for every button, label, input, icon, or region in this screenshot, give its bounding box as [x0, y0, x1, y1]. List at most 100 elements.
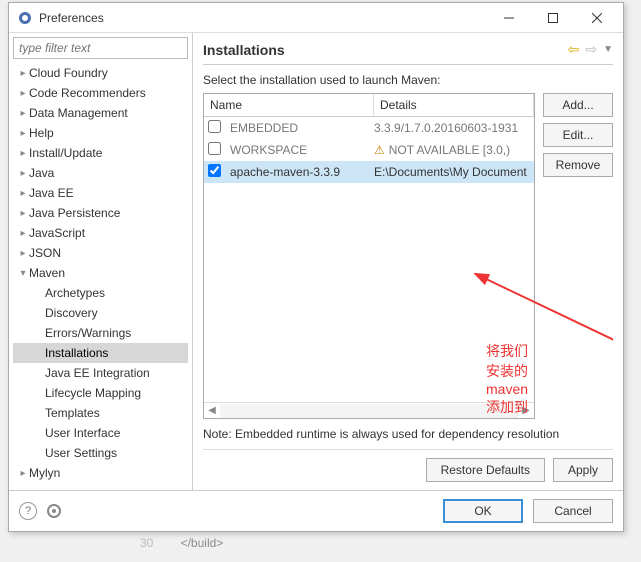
tree-item-templates[interactable]: Templates: [13, 403, 188, 423]
tree-label: Archetypes: [45, 286, 105, 300]
tree-item-javascript[interactable]: ▸JavaScript: [13, 223, 188, 243]
dialog-button-bar: OK Cancel: [443, 499, 613, 523]
back-icon[interactable]: ⇦: [568, 41, 580, 58]
warning-icon: ⚠: [374, 143, 385, 157]
table-row[interactable]: WORKSPACE⚠NOT AVAILABLE [3.0,): [204, 139, 534, 161]
side-buttons: Add... Edit... Remove: [543, 93, 613, 419]
help-icon[interactable]: ?: [19, 502, 37, 520]
tree-label: Installations: [45, 346, 108, 360]
tree-label: Cloud Foundry: [29, 66, 108, 80]
tree-item-java-ee[interactable]: ▸Java EE: [13, 183, 188, 203]
restore-defaults-button[interactable]: Restore Defaults: [426, 458, 545, 482]
twist-icon[interactable]: ▸: [17, 168, 29, 179]
table-row[interactable]: apache-maven-3.3.9E:\Documents\My Docume…: [204, 161, 534, 183]
tree-item-discovery[interactable]: Discovery: [13, 303, 188, 323]
twist-icon[interactable]: ▸: [17, 108, 29, 119]
tree-label: Mylyn: [29, 466, 60, 480]
row-details: 3.3.9/1.7.0.20160603-1931: [374, 121, 534, 135]
tree-item-code-recommenders[interactable]: ▸Code Recommenders: [13, 83, 188, 103]
tree-label: JavaScript: [29, 226, 85, 240]
remove-button[interactable]: Remove: [543, 153, 613, 177]
twist-icon[interactable]: ▾: [17, 268, 29, 279]
row-checkbox[interactable]: [208, 120, 221, 133]
twist-icon[interactable]: ▸: [17, 468, 29, 479]
scroll-left-icon[interactable]: ◀: [204, 405, 220, 416]
tree-label: Maven: [29, 266, 65, 280]
tree-label: Install/Update: [29, 146, 102, 160]
tree-item-errors-warnings[interactable]: Errors/Warnings: [13, 323, 188, 343]
twist-icon[interactable]: ▸: [17, 128, 29, 139]
twist-icon[interactable]: ▸: [17, 148, 29, 159]
twist-icon[interactable]: ▸: [17, 228, 29, 239]
tree-label: JSON: [29, 246, 61, 260]
content-header: Installations ⇦ ⇨ ▼: [203, 41, 613, 65]
note-text: Note: Embedded runtime is always used fo…: [203, 427, 613, 441]
tree-item-cloud-foundry[interactable]: ▸Cloud Foundry: [13, 63, 188, 83]
forward-icon[interactable]: ⇨: [585, 41, 597, 58]
row-checkbox[interactable]: [208, 142, 221, 155]
table-body: EMBEDDED3.3.9/1.7.0.20160603-1931WORKSPA…: [204, 117, 534, 402]
table-header: Name Details: [204, 94, 534, 117]
editor-snippet: 30 </build>: [140, 536, 223, 550]
horizontal-scrollbar[interactable]: ◀ ▶: [204, 402, 534, 418]
twist-icon[interactable]: ▸: [17, 248, 29, 259]
menu-dropdown-icon[interactable]: ▼: [603, 44, 613, 55]
scroll-track[interactable]: [220, 404, 518, 418]
dialog-footer: ? OK Cancel: [9, 490, 623, 531]
tree-item-install-update[interactable]: ▸Install/Update: [13, 143, 188, 163]
tree-label: Data Management: [29, 106, 128, 120]
tree-item-user-interface[interactable]: User Interface: [13, 423, 188, 443]
sidebar: ▸Cloud Foundry▸Code Recommenders▸Data Ma…: [9, 33, 193, 490]
minimize-button[interactable]: [487, 4, 531, 32]
tree-label: User Settings: [45, 446, 117, 460]
tree-item-lifecycle-mapping[interactable]: Lifecycle Mapping: [13, 383, 188, 403]
window-title: Preferences: [39, 11, 487, 25]
instruction-text: Select the installation used to launch M…: [203, 73, 613, 87]
tree-item-data-management[interactable]: ▸Data Management: [13, 103, 188, 123]
tree-item-user-settings[interactable]: User Settings: [13, 443, 188, 463]
edit-button[interactable]: Edit...: [543, 123, 613, 147]
tree-item-installations[interactable]: Installations: [13, 343, 188, 363]
preferences-dialog: Preferences ▸Cloud Foundry▸Code Recommen…: [8, 2, 624, 532]
cancel-button[interactable]: Cancel: [533, 499, 613, 523]
tree-item-mylyn[interactable]: ▸Mylyn: [13, 463, 188, 483]
apply-button[interactable]: Apply: [553, 458, 613, 482]
col-details[interactable]: Details: [374, 94, 534, 116]
preference-tree[interactable]: ▸Cloud Foundry▸Code Recommenders▸Data Ma…: [13, 63, 188, 486]
filter-input[interactable]: [13, 37, 188, 59]
twist-icon[interactable]: ▸: [17, 188, 29, 199]
tree-label: Java: [29, 166, 54, 180]
page-button-bar: Restore Defaults Apply: [203, 449, 613, 482]
tree-item-json[interactable]: ▸JSON: [13, 243, 188, 263]
app-icon: [17, 10, 33, 26]
scroll-right-icon[interactable]: ▶: [518, 405, 534, 416]
tree-item-java-ee-integration[interactable]: Java EE Integration: [13, 363, 188, 383]
page-title: Installations: [203, 42, 562, 58]
col-name[interactable]: Name: [204, 94, 374, 116]
add-button[interactable]: Add...: [543, 93, 613, 117]
table-row[interactable]: EMBEDDED3.3.9/1.7.0.20160603-1931: [204, 117, 534, 139]
tree-item-help[interactable]: ▸Help: [13, 123, 188, 143]
row-name: WORKSPACE: [224, 143, 374, 157]
code-text: </build>: [181, 536, 224, 550]
installations-table: Name Details EMBEDDED3.3.9/1.7.0.2016060…: [203, 93, 535, 419]
maximize-button[interactable]: [531, 4, 575, 32]
content-pane: Installations ⇦ ⇨ ▼ Select the installat…: [193, 33, 623, 490]
tree-label: Templates: [45, 406, 100, 420]
tree-item-maven[interactable]: ▾Maven: [13, 263, 188, 283]
tree-item-archetypes[interactable]: Archetypes: [13, 283, 188, 303]
twist-icon[interactable]: ▸: [17, 88, 29, 99]
tree-label: Discovery: [45, 306, 98, 320]
twist-icon[interactable]: ▸: [17, 68, 29, 79]
tree-item-java[interactable]: ▸Java: [13, 163, 188, 183]
twist-icon[interactable]: ▸: [17, 208, 29, 219]
tree-label: Code Recommenders: [29, 86, 146, 100]
titlebar: Preferences: [9, 3, 623, 33]
row-name: apache-maven-3.3.9: [224, 165, 374, 179]
close-button[interactable]: [575, 4, 619, 32]
tree-item-java-persistence[interactable]: ▸Java Persistence: [13, 203, 188, 223]
ok-button[interactable]: OK: [443, 499, 523, 523]
oomph-icon[interactable]: [47, 504, 61, 518]
row-checkbox[interactable]: [208, 164, 221, 177]
table-container: Name Details EMBEDDED3.3.9/1.7.0.2016060…: [203, 93, 613, 419]
